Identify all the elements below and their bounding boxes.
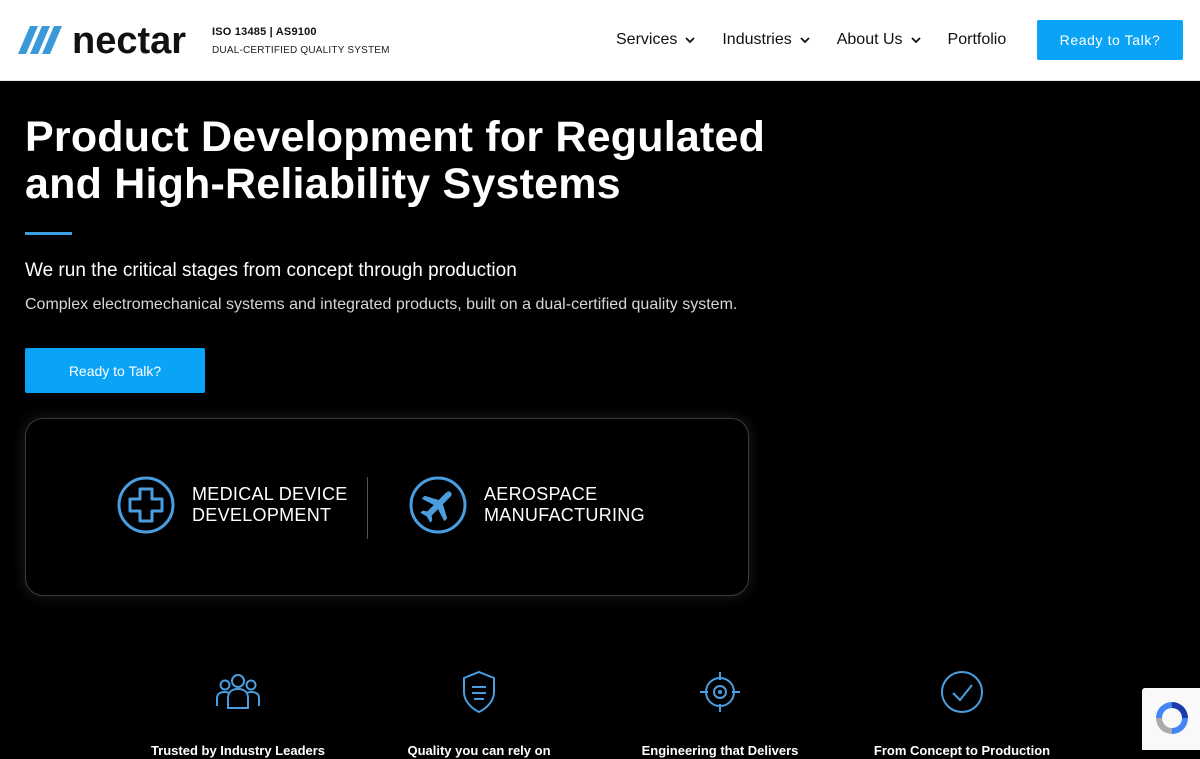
feature-title: Trusted by Industry Leaders [150, 743, 326, 758]
industry-medical-device[interactable]: MEDICAL DEVICE DEVELOPMENT [116, 475, 352, 535]
nav-label: Services [616, 31, 678, 48]
feature-concept-to-production: From Concept to Production [842, 668, 1082, 759]
industries-divider [367, 477, 368, 539]
recaptcha-badge[interactable] [1142, 688, 1200, 750]
industry-label-line-2: MANUFACTURING [484, 505, 645, 525]
industry-aerospace[interactable]: AEROSPACE MANUFACTURING [408, 475, 645, 535]
target-crosshair-icon [700, 672, 740, 712]
nav-label: Portfolio [947, 31, 1007, 48]
header-ready-to-talk-button[interactable]: Ready to Talk? [1037, 20, 1183, 60]
industry-label: MEDICAL DEVICE DEVELOPMENT [192, 484, 352, 526]
accent-divider [25, 232, 72, 235]
nav-label: Industries [722, 31, 792, 48]
cert-title: ISO 13485 | AS9100 [212, 26, 317, 38]
industries-card: MEDICAL DEVICE DEVELOPMENT AEROSPACE MAN… [25, 418, 749, 596]
medical-cross-icon [117, 476, 175, 534]
industry-label: AEROSPACE MANUFACTURING [484, 484, 645, 526]
nav-item-portfolio[interactable]: Portfolio [948, 29, 1007, 51]
logo-wordmark: nectar [72, 20, 186, 62]
hero-title: Product Development for Regulated and Hi… [25, 114, 785, 208]
feature-trusted: Trusted by Industry Leaders [118, 668, 358, 759]
nectar-logo[interactable]: nectar [16, 18, 200, 62]
check-circle-icon [941, 671, 983, 713]
main-nav: Services Industries About Us Portfolio [616, 29, 1006, 51]
hero-title-line-2: and High-Reliability Systems [25, 160, 621, 208]
feature-engineering: Engineering that Delivers [600, 668, 840, 759]
hero-description: Complex electromechanical systems and in… [25, 296, 738, 313]
nav-item-services[interactable]: Services [616, 29, 696, 51]
airplane-icon [409, 476, 467, 534]
feature-title: From Concept to Production [873, 743, 1051, 758]
recaptcha-icon [1156, 702, 1188, 734]
people-group-icon [216, 674, 260, 709]
industry-label-line-1: MEDICAL DEVICE [192, 484, 348, 504]
feature-title: Quality you can rely on [407, 743, 551, 758]
chevron-down-icon [685, 37, 695, 44]
hero-subtitle: We run the critical stages from concept … [25, 260, 517, 281]
certification-block: ISO 13485 | AS9100 DUAL-CERTIFIED QUALIT… [212, 25, 390, 57]
nav-label: About Us [836, 31, 903, 48]
feature-quality: Quality you can rely on [359, 668, 599, 759]
shield-icon [463, 670, 495, 714]
site-header: nectar ISO 13485 | AS9100 DUAL-CERTIFIED… [0, 0, 1200, 81]
feature-title: Engineering that Delivers [641, 743, 799, 758]
nav-item-about-us[interactable]: About Us [837, 29, 922, 51]
nav-item-industries[interactable]: Industries [722, 29, 810, 51]
cert-subtitle: DUAL-CERTIFIED QUALITY SYSTEM [212, 45, 390, 56]
chevron-down-icon [910, 37, 921, 44]
industry-label-line-2: DEVELOPMENT [192, 505, 332, 525]
industry-label-line-1: AEROSPACE [484, 484, 598, 504]
hero-title-line-1: Product Development for Regulated [25, 113, 766, 161]
chevron-down-icon [800, 37, 810, 44]
hero-ready-to-talk-button[interactable]: Ready to Talk? [25, 348, 205, 393]
